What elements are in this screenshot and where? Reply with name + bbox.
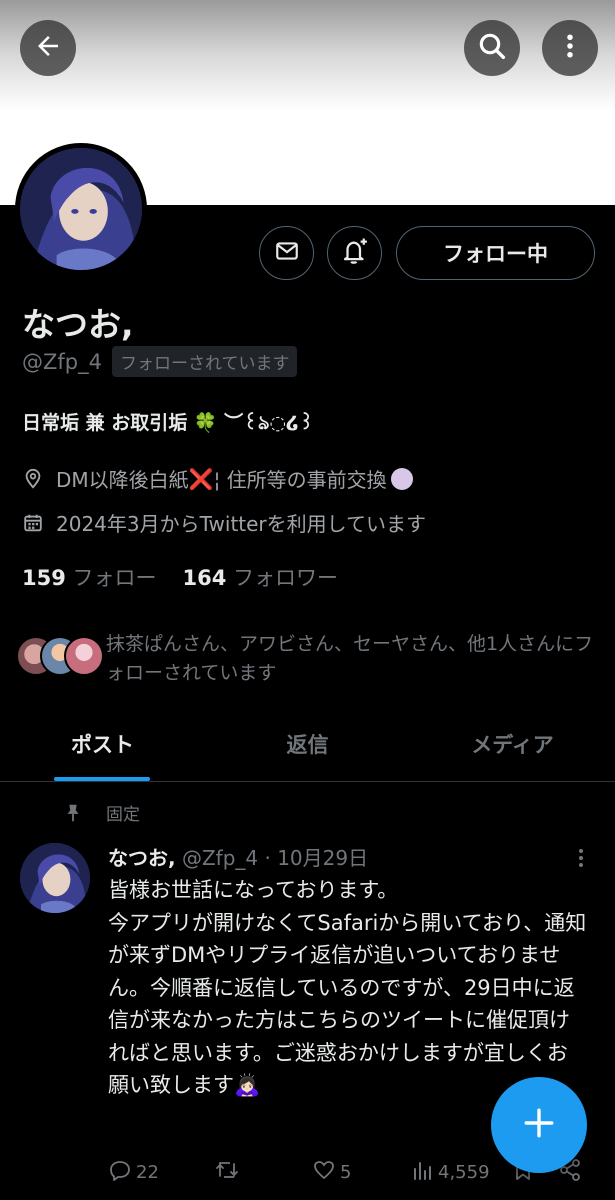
bio: 日常垢 兼 お取引垢 🍀 ︶꒰ঌ◌໒꒱ [22,408,314,441]
followed-by[interactable]: 抹茶ぱんさん、アワビさん、セーヤさん、他1人さんにフォローされています [16,630,606,688]
more-vertical-icon [572,849,590,874]
tab-replies[interactable]: 返信 [205,706,410,781]
following-button-label: フォロー中 [443,242,548,266]
following-button[interactable]: フォロー中 [396,226,595,280]
following-count: 159 [22,566,66,590]
tweet-avatar[interactable] [20,843,90,913]
reply-count: 22 [136,1162,159,1183]
tweet-more-button[interactable] [572,846,590,870]
follow-stats: 159 フォロー 164 フォロワー [22,562,338,592]
retweet-icon [214,1158,244,1187]
more-button[interactable] [542,20,598,76]
clover-emoji: 🍀 [193,412,218,434]
tab-label: 返信 [286,732,329,757]
more-vertical-icon [555,31,585,65]
retweet-button[interactable] [214,1158,244,1187]
followers-count: 164 [182,566,227,590]
notification-button[interactable] [327,226,382,280]
location-rest: ¦ 住所等の事前交換 [213,468,387,492]
person-gesturing-emoji [390,467,413,490]
joined-row: 2024年3月からTwitterを利用しています [22,508,426,537]
bio-tail: ︶꒰ঌ◌໒꒱ [224,412,315,434]
calendar-icon [22,512,44,534]
mutual-avatar [64,636,104,676]
compose-button[interactable] [491,1077,587,1173]
handle-row: @Zfp_4 フォローされています [22,346,298,377]
views-icon [412,1158,438,1187]
back-button[interactable] [20,20,76,76]
followers-label: フォロワー [233,566,339,590]
joined-date: 2024年3月からTwitterを利用しています [56,512,427,536]
location-pin-icon [22,468,44,490]
search-button[interactable] [464,20,520,76]
views-button[interactable]: 4,559 [412,1158,490,1187]
heart-icon [312,1158,340,1187]
like-button[interactable]: 5 [312,1158,351,1187]
location-main: DM以降後白紙 [56,468,189,492]
view-count: 4,559 [438,1162,490,1183]
tab-label: メディア [471,732,554,757]
followers-link[interactable]: 164 フォロワー [183,566,339,590]
profile-avatar[interactable] [15,143,147,275]
profile-tabs: ポスト 返信 メディア [0,706,615,782]
location-row: DM以降後白紙 ❌ ¦ 住所等の事前交換 [22,464,413,493]
tab-media[interactable]: メディア [410,706,615,781]
bell-plus-icon [340,236,370,270]
mail-icon [274,238,300,268]
follows-you-badge: フォローされています [111,346,298,377]
pin-icon [62,802,84,824]
tab-posts[interactable]: ポスト [0,706,205,781]
following-link[interactable]: 159 フォロー [22,566,157,590]
arrow-left-icon [33,31,63,65]
reply-icon [108,1158,136,1187]
tab-label: ポスト [71,732,134,757]
handle: @Zfp_4 [22,349,102,374]
search-icon [476,30,508,66]
plus-icon [522,1106,556,1144]
mutual-avatars [16,636,104,680]
followed-by-text: 抹茶ぱんさん、アワビさん、セーヤさん、他1人さんにフォローされています [106,633,594,684]
pinned-label: 固定 [106,805,140,825]
cross-mark-emoji: ❌ [188,466,214,491]
bio-text: 日常垢 兼 お取引垢 [22,412,188,434]
tweet-header: なつお, @Zfp_4 · 10月29日 [108,842,368,871]
tweet-handle-date: @Zfp_4 · 10月29日 [181,846,369,870]
pinned-indicator: 固定 [62,800,140,825]
reply-button[interactable]: 22 [108,1158,159,1187]
like-count: 5 [340,1162,352,1183]
following-label: フォロー [72,566,157,590]
display-name: なつお, [22,305,134,344]
message-button[interactable] [259,226,314,280]
tweet-text: 皆様お世話になっております。 今アプリが開けなくてSafariから開いており、通… [108,878,587,1097]
active-tab-indicator [54,777,150,781]
tweet-author-name[interactable]: なつお, [108,846,176,870]
